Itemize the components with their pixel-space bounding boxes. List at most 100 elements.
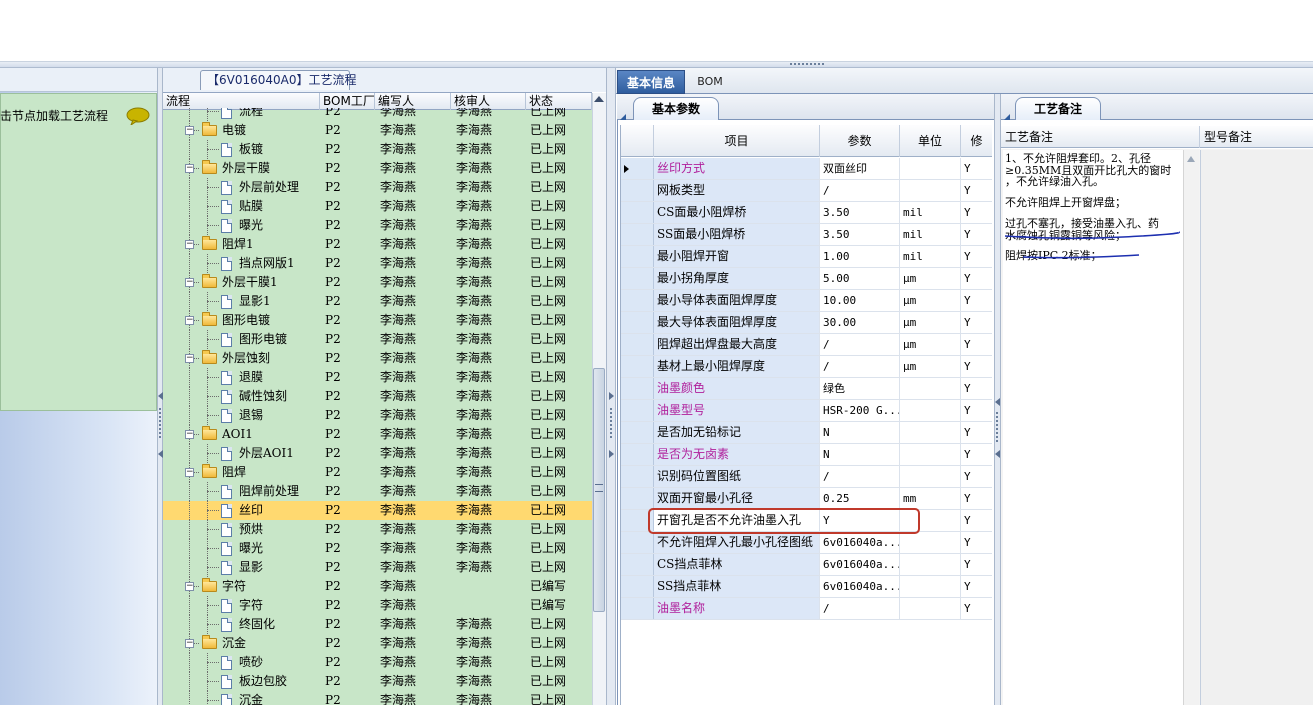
params-row[interactable]: 最小阻焊开窗 1.00 mil Y: [621, 246, 992, 268]
param-modify[interactable]: Y: [961, 554, 992, 575]
params-row[interactable]: 油墨颜色 绿色 Y: [621, 378, 992, 400]
param-modify[interactable]: Y: [961, 488, 992, 509]
row-selector[interactable]: [621, 466, 654, 487]
tree-row[interactable]: 字符 P2 李海燕 已编写: [163, 596, 592, 615]
param-value[interactable]: /: [820, 180, 900, 201]
tree-row[interactable]: 碱性蚀刻 P2 李海燕 李海燕 已上网: [163, 387, 592, 406]
row-selector[interactable]: [621, 158, 654, 179]
param-modify[interactable]: Y: [961, 334, 992, 355]
tree-row[interactable]: 显影 P2 李海燕 李海燕 已上网: [163, 558, 592, 577]
tree-row[interactable]: − 阻焊 P2 李海燕 李海燕 已上网: [163, 463, 592, 482]
tree-row[interactable]: 板边包胶 P2 李海燕 李海燕 已上网: [163, 672, 592, 691]
row-selector[interactable]: [621, 268, 654, 289]
model-notes-cell[interactable]: [1200, 150, 1313, 705]
param-value[interactable]: 3.50: [820, 202, 900, 223]
params-row[interactable]: 阻焊超出焊盘最大高度 / μm Y: [621, 334, 992, 356]
param-value[interactable]: 1.00: [820, 246, 900, 267]
tree-row[interactable]: − 沉金 P2 李海燕 李海燕 已上网: [163, 634, 592, 653]
tree-row[interactable]: 退膜 P2 李海燕 李海燕 已上网: [163, 368, 592, 387]
row-selector[interactable]: [621, 532, 654, 553]
tree-row[interactable]: − 图形电镀 P2 李海燕 李海燕 已上网: [163, 311, 592, 330]
row-selector[interactable]: [621, 202, 654, 223]
splitter-grip-icon[interactable]: [159, 408, 161, 438]
params-row[interactable]: 油墨型号 HSR-200 G... Y: [621, 400, 992, 422]
tree-row[interactable]: 板镀 P2 李海燕 李海燕 已上网: [163, 140, 592, 159]
col-item[interactable]: 项目: [654, 125, 820, 157]
scroll-up-icon[interactable]: [1187, 156, 1195, 162]
tab-basic-info[interactable]: 基本信息: [617, 70, 685, 94]
tree-row[interactable]: − 电镀 P2 李海燕 李海燕 已上网: [163, 121, 592, 140]
param-value[interactable]: /: [820, 356, 900, 377]
tree-row[interactable]: − 外层蚀刻 P2 李海燕 李海燕 已上网: [163, 349, 592, 368]
row-selector[interactable]: [621, 312, 654, 333]
row-selector[interactable]: [621, 400, 654, 421]
param-modify[interactable]: Y: [961, 532, 992, 553]
tree-row[interactable]: 挡点网版1 P2 李海燕 李海燕 已上网: [163, 254, 592, 273]
splitter-grip-icon[interactable]: [996, 412, 998, 442]
row-selector[interactable]: [621, 598, 654, 619]
param-value[interactable]: /: [820, 598, 900, 619]
row-selector[interactable]: [621, 334, 654, 355]
expand-right-icon[interactable]: [609, 392, 614, 400]
param-value[interactable]: 绿色: [820, 378, 900, 399]
params-row[interactable]: 最大导体表面阻焊厚度 30.00 μm Y: [621, 312, 992, 334]
collapse-icon[interactable]: −: [185, 316, 194, 325]
param-modify[interactable]: Y: [961, 290, 992, 311]
tree-row[interactable]: − 外层干膜 P2 李海燕 李海燕 已上网: [163, 159, 592, 178]
collapse-icon[interactable]: −: [185, 278, 194, 287]
param-value[interactable]: N: [820, 422, 900, 443]
collapse-icon[interactable]: −: [185, 468, 194, 477]
middle-splitter[interactable]: [606, 68, 616, 705]
row-selector[interactable]: [621, 378, 654, 399]
tree-row[interactable]: 图形电镀 P2 李海燕 李海燕 已上网: [163, 330, 592, 349]
param-modify[interactable]: Y: [961, 598, 992, 619]
param-modify[interactable]: Y: [961, 422, 992, 443]
tree-row[interactable]: 曝光 P2 李海燕 李海燕 已上网: [163, 539, 592, 558]
param-value[interactable]: 6v016040a...: [820, 532, 900, 553]
param-value[interactable]: 6v016040a...: [820, 576, 900, 597]
tab-bom[interactable]: BOM: [690, 70, 730, 94]
collapse-left-icon[interactable]: [995, 450, 1000, 458]
collapse-icon[interactable]: −: [185, 126, 194, 135]
tree-row[interactable]: 外层前处理 P2 李海燕 李海燕 已上网: [163, 178, 592, 197]
param-value[interactable]: 0.25: [820, 488, 900, 509]
params-row[interactable]: 基材上最小阻焊厚度 / μm Y: [621, 356, 992, 378]
param-modify[interactable]: Y: [961, 400, 992, 421]
tree-row[interactable]: 退锡 P2 李海燕 李海燕 已上网: [163, 406, 592, 425]
param-value[interactable]: 3.50: [820, 224, 900, 245]
param-modify[interactable]: Y: [961, 180, 992, 201]
tree-row[interactable]: 曝光 P2 李海燕 李海燕 已上网: [163, 216, 592, 235]
row-selector[interactable]: [621, 576, 654, 597]
params-row[interactable]: SS挡点菲林 6v016040a... Y: [621, 576, 992, 598]
param-value[interactable]: 10.00: [820, 290, 900, 311]
collapse-icon[interactable]: −: [185, 354, 194, 363]
tree-row[interactable]: 阻焊前处理 P2 李海燕 李海燕 已上网: [163, 482, 592, 501]
param-value[interactable]: 双面丝印: [820, 158, 900, 179]
row-selector[interactable]: [621, 246, 654, 267]
params-row[interactable]: 油墨名称 / Y: [621, 598, 992, 620]
col-modify[interactable]: 修: [961, 125, 992, 157]
params-row[interactable]: 识别码位置图纸 / Y: [621, 466, 992, 488]
param-value[interactable]: HSR-200 G...: [820, 400, 900, 421]
tab-process-flow[interactable]: 【6V016040A0】工艺流程: [200, 70, 357, 90]
tab-process-notes[interactable]: 工艺备注: [1015, 97, 1101, 120]
row-selector[interactable]: [621, 356, 654, 377]
row-selector[interactable]: [621, 180, 654, 201]
scroll-up-icon[interactable]: [594, 96, 604, 102]
tree-row[interactable]: 贴膜 P2 李海燕 李海燕 已上网: [163, 197, 592, 216]
collapse-icon[interactable]: −: [185, 240, 194, 249]
params-row[interactable]: 是否为无卤素 N Y: [621, 444, 992, 466]
param-modify[interactable]: Y: [961, 246, 992, 267]
tree-row[interactable]: 沉金 P2 李海燕 李海燕 已上网: [163, 691, 592, 705]
param-modify[interactable]: Y: [961, 312, 992, 333]
col-unit[interactable]: 单位: [900, 125, 961, 157]
param-modify[interactable]: Y: [961, 158, 992, 179]
param-modify[interactable]: Y: [961, 224, 992, 245]
params-row[interactable]: 是否加无铅标记 N Y: [621, 422, 992, 444]
params-row[interactable]: CS面最小阻焊桥 3.50 mil Y: [621, 202, 992, 224]
params-row[interactable]: 最小拐角厚度 5.00 μm Y: [621, 268, 992, 290]
expand-right-icon[interactable]: [609, 450, 614, 458]
param-modify[interactable]: Y: [961, 268, 992, 289]
params-row[interactable]: 丝印方式 双面丝印 Y: [621, 158, 992, 180]
param-modify[interactable]: Y: [961, 510, 992, 531]
